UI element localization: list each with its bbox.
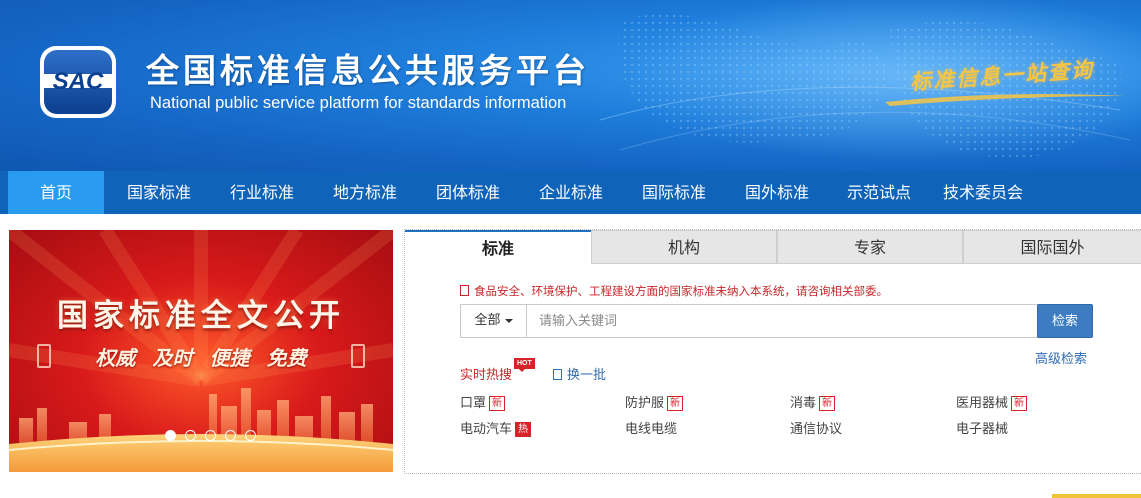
hot-keyword[interactable]: 防护服新 (625, 392, 684, 411)
corner-accent (1052, 494, 1141, 498)
new-badge: 新 (489, 396, 506, 411)
sac-logo: SAC (40, 46, 116, 118)
nav-item-home[interactable]: 首页 (8, 171, 104, 214)
new-badge: 新 (667, 396, 684, 411)
slide-title: 国家标准全文公开 (57, 298, 345, 334)
slide-tag: 便捷 (209, 346, 250, 370)
notice-icon (460, 285, 469, 296)
search-scope-label: 全部 (474, 313, 501, 328)
nav-item-national-standards[interactable]: 国家标准 (116, 171, 202, 214)
slide-tags: 权威 及时 便捷 免费 (9, 342, 393, 371)
tab-standards[interactable]: 标准 (405, 230, 591, 264)
slide-tag: 免费 (266, 346, 307, 370)
hot-keyword[interactable]: 消毒新 (790, 392, 836, 411)
keyword-text: 防护服 (625, 396, 665, 411)
nav-item-enterprise-standards[interactable]: 企业标准 (528, 171, 614, 214)
slide-tag: 权威 (95, 346, 136, 370)
hot-tag-badge: 热 (515, 422, 532, 437)
search-button[interactable]: 检索 (1037, 304, 1093, 338)
site-subtitle: National public service platform for sta… (150, 94, 567, 112)
hot-keyword[interactable]: 口罩新 (460, 392, 506, 411)
header-banner: SAC 全国标准信息公共服务平台 National public service… (0, 0, 1141, 171)
nav-item-group-standards[interactable]: 团体标准 (425, 171, 511, 214)
search-box: 全部 检索 (460, 304, 1093, 338)
hot-keyword[interactable]: 电子器械 (956, 418, 1008, 437)
tab-organizations[interactable]: 机构 (591, 230, 777, 264)
keyword-text: 消毒 (790, 396, 817, 411)
new-badge: 新 (819, 396, 836, 411)
carousel-dot[interactable] (225, 430, 237, 441)
nav-item-foreign-standards[interactable]: 国外标准 (734, 171, 820, 214)
carousel-dot[interactable] (245, 430, 257, 441)
hot-keyword[interactable]: 医用器械新 (956, 392, 1028, 411)
main-nav: 首页 国家标准 行业标准 地方标准 团体标准 企业标准 国际标准 国外标准 示范… (0, 171, 1141, 214)
slide-tag: 及时 (152, 346, 193, 370)
new-badge: 新 (1011, 396, 1028, 411)
carousel-dot[interactable] (165, 430, 176, 441)
carousel-dot[interactable] (205, 430, 217, 441)
keyword-text: 通信协议 (790, 422, 843, 437)
nav-item-tech-committee[interactable]: 技术委员会 (934, 171, 1032, 214)
search-panel: 标准 机构 专家 国际国外 食品安全、环境保护、工程建设方面的国家标准未纳入本系… (404, 229, 1141, 474)
logo-text: SAC (53, 68, 104, 95)
tab-international[interactable]: 国际国外 (963, 230, 1141, 264)
search-input[interactable] (527, 305, 1037, 337)
hot-keyword[interactable]: 电线电缆 (625, 418, 677, 437)
hot-keyword[interactable]: 电动汽车热 (460, 418, 532, 437)
keyword-text: 电子器械 (956, 422, 1009, 437)
keyword-text: 电线电缆 (625, 422, 678, 437)
nav-item-local-standards[interactable]: 地方标准 (322, 171, 408, 214)
carousel-pagination (165, 426, 260, 445)
keyword-text: 电动汽车 (460, 422, 513, 437)
notice-text: 食品安全、环境保护、工程建设方面的国家标准未纳入本系统，请咨询相关部委。 (474, 284, 888, 298)
keyword-text: 口罩 (460, 396, 487, 411)
banner-carousel[interactable]: 国家标准全文公开 权威 及时 便捷 免费 (9, 230, 393, 472)
nav-item-industry-standards[interactable]: 行业标准 (219, 171, 305, 214)
notice: 食品安全、环境保护、工程建设方面的国家标准未纳入本系统，请咨询相关部委。 (460, 283, 888, 299)
site-title: 全国标准信息公共服务平台 (146, 51, 590, 90)
carousel-dot[interactable] (185, 430, 197, 441)
search-scope-select[interactable]: 全部 (461, 305, 527, 337)
search-tabs: 标准 机构 专家 国际国外 (405, 230, 1141, 264)
refresh-button[interactable]: 换一批 (553, 364, 606, 383)
hot-badge: HOT (514, 358, 535, 372)
hot-keyword[interactable]: 通信协议 (790, 418, 842, 437)
nav-item-pilot-demo[interactable]: 示范试点 (836, 171, 922, 214)
nav-item-international-standards[interactable]: 国际标准 (631, 171, 717, 214)
hot-search-label: 实时热搜 (460, 368, 513, 383)
refresh-icon (553, 369, 562, 380)
advanced-search-link[interactable]: 高级检索 (1035, 348, 1087, 367)
tab-experts[interactable]: 专家 (777, 230, 963, 264)
refresh-label: 换一批 (567, 368, 607, 383)
caret-down-icon (504, 318, 513, 323)
keyword-text: 医用器械 (956, 396, 1009, 411)
